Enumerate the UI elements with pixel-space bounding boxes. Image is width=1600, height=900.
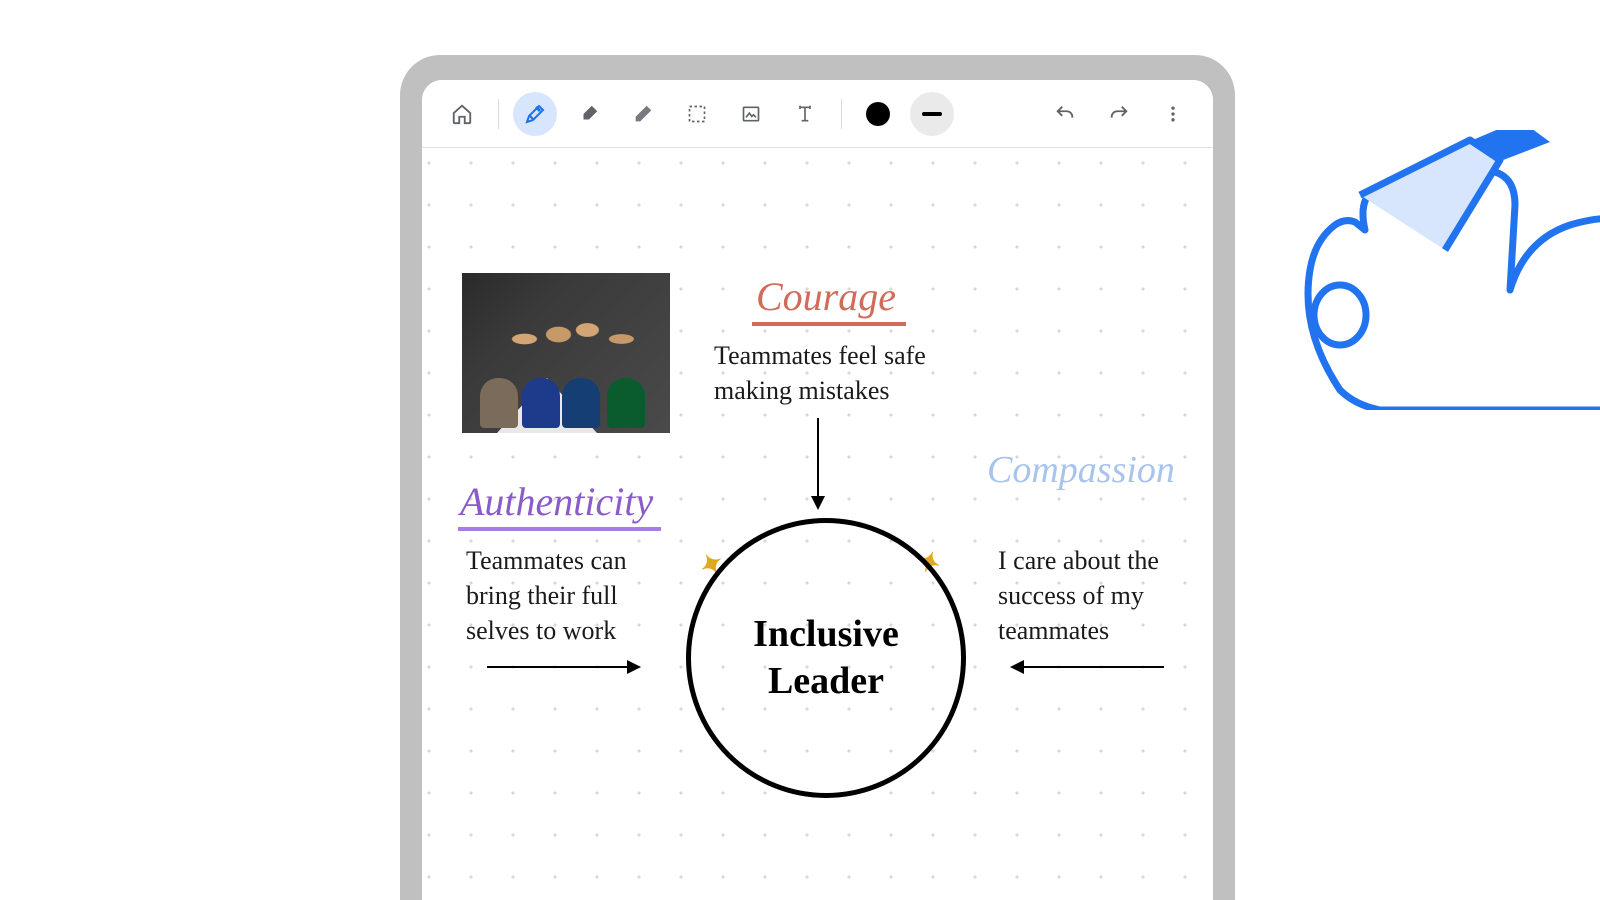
selection-icon [687,104,707,124]
pen-icon [523,102,547,126]
arrow-down [817,418,819,508]
inserted-photo[interactable] [462,273,670,433]
separator [498,99,499,129]
pen-tool-button[interactable] [513,92,557,136]
textbox-icon [795,103,815,125]
eraser-icon [632,103,654,125]
home-icon [451,103,473,125]
more-options-button[interactable] [1151,92,1195,136]
textbox-button[interactable] [783,92,827,136]
color-picker-button[interactable] [856,92,900,136]
undo-button[interactable] [1043,92,1087,136]
text-authenticity: Teammates can bring their full selves to… [466,543,666,648]
tablet-frame: Courage Teammates feel safe making mista… [400,55,1235,900]
heading-authenticity: Authenticity [458,478,661,531]
text-compassion: I care about the success of my teammates [998,543,1208,648]
home-button[interactable] [440,92,484,136]
center-label: Inclusive Leader [686,518,966,798]
arrow-right-from-left [487,666,639,668]
highlighter-icon [578,103,600,125]
text-courage: Teammates feel safe making mistakes [714,338,954,408]
redo-button[interactable] [1097,92,1141,136]
center-circle: Inclusive Leader [686,518,966,798]
toolbar [422,80,1213,148]
app-screen: Courage Teammates feel safe making mista… [422,80,1213,900]
center-line1: Inclusive [753,611,899,659]
image-icon [741,104,761,124]
redo-icon [1108,103,1130,125]
undo-icon [1054,103,1076,125]
center-line2: Leader [768,658,884,706]
heading-compassion: Compassion [987,448,1175,492]
highlighter-tool-button[interactable] [567,92,611,136]
photo-figure [607,378,645,428]
arrow-left-from-right [1012,666,1164,668]
more-vertical-icon [1163,104,1183,124]
stroke-width-button[interactable] [910,92,954,136]
color-swatch-icon [866,102,890,126]
photo-figure [480,378,518,428]
hand-illustration [1260,130,1600,410]
separator [841,99,842,129]
heading-courage: Courage [752,273,906,326]
photo-figure [562,378,600,428]
stroke-icon [922,112,942,116]
eraser-tool-button[interactable] [621,92,665,136]
drawing-canvas[interactable]: Courage Teammates feel safe making mista… [422,148,1213,900]
photo-figure [522,378,560,428]
insert-image-button[interactable] [729,92,773,136]
selection-tool-button[interactable] [675,92,719,136]
